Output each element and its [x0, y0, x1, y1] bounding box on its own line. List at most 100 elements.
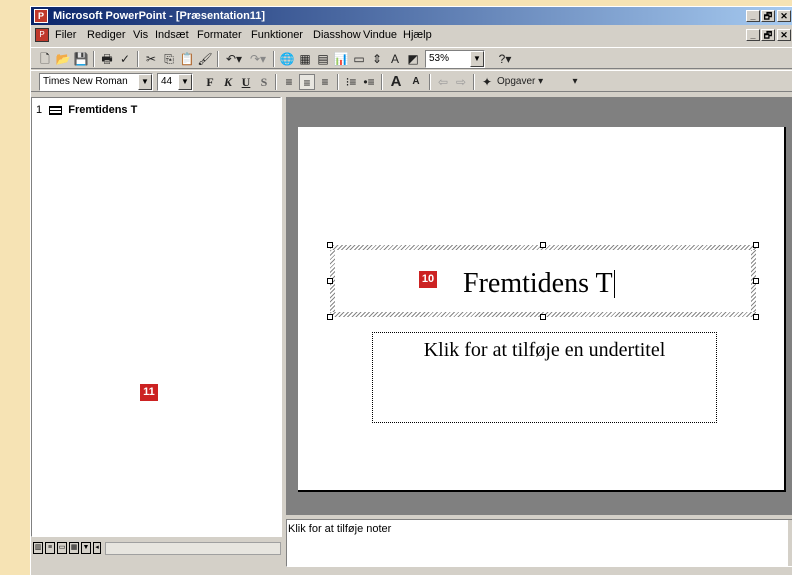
chevron-down-icon[interactable]: ▼	[138, 74, 152, 90]
menu-vis[interactable]: Vis	[133, 26, 148, 44]
resize-handle-t[interactable]	[540, 242, 546, 248]
menu-formater[interactable]: Formater	[197, 26, 242, 44]
minimize-button[interactable]: _	[746, 10, 760, 22]
underline-button[interactable]: U	[239, 74, 253, 90]
chevron-down-icon[interactable]: ▼	[178, 74, 192, 90]
slide-canvas[interactable]: 10 Fremtidens T Klik for at tilføje en u…	[298, 127, 786, 492]
slide-icon	[49, 105, 63, 115]
bold-button[interactable]: F	[203, 74, 217, 90]
new-document-icon[interactable]: 🗋	[37, 51, 53, 67]
font-size-combo[interactable]: 44 ▼	[157, 73, 193, 91]
expand-all-icon[interactable]: ⇕	[369, 51, 385, 67]
align-center-icon[interactable]: ≡	[299, 74, 315, 90]
slide-workspace: 10 Fremtidens T Klik for at tilføje en u…	[286, 97, 792, 515]
title-placeholder-inner: 10 Fremtidens T	[335, 250, 751, 312]
outline-splitter[interactable]	[281, 97, 285, 537]
outline-horizontal-scrollbar[interactable]	[105, 542, 281, 555]
slide-show-view-icon[interactable]: ▼	[81, 542, 91, 554]
powerpoint-icon: P	[34, 9, 48, 23]
align-right-icon[interactable]: ≡	[317, 74, 333, 90]
tables-borders-icon[interactable]: ▦	[297, 51, 313, 67]
subtitle-placeholder[interactable]: Klik for at tilføje en undertitel	[372, 332, 717, 423]
save-icon[interactable]: 💾	[73, 51, 89, 67]
toolbar-separator	[275, 74, 277, 90]
help-symbol: ?	[498, 52, 506, 66]
resize-handle-tr[interactable]	[753, 242, 759, 248]
hyperlink-icon[interactable]: 🌐	[279, 51, 295, 67]
screenshot-root: P Microsoft PowerPoint - [Præsentation11…	[0, 0, 792, 575]
align-left-icon[interactable]: ≡	[281, 74, 297, 90]
grow-font-button[interactable]: A	[387, 74, 405, 90]
insert-chart-icon[interactable]: 📊	[333, 51, 349, 67]
italic-button[interactable]: K	[221, 74, 235, 90]
callout-badge-title: 10	[419, 271, 437, 288]
paste-icon[interactable]: 📋	[179, 51, 195, 67]
zoom-combo[interactable]: 53% ▼	[425, 50, 485, 68]
resize-handle-tl[interactable]	[327, 242, 333, 248]
menu-hjaelp[interactable]: Hjælp	[403, 26, 432, 44]
resize-handle-r[interactable]	[753, 278, 759, 284]
format-painter-icon[interactable]: 🖌	[197, 51, 213, 67]
animation-effects-icon[interactable]: ✦	[479, 74, 495, 90]
tasks-button[interactable]: Opgaver ▾	[497, 74, 567, 90]
toolbar-separator	[93, 51, 95, 67]
title-placeholder[interactable]: 10 Fremtidens T	[330, 245, 756, 317]
menu-funktioner[interactable]: Funktioner	[251, 26, 303, 44]
normal-view-icon[interactable]: ▥	[33, 542, 43, 554]
undo-icon[interactable]: ↶▾	[223, 51, 245, 67]
grayscale-icon[interactable]: ◩	[405, 51, 421, 67]
notes-pane[interactable]: Klik for at tilføje noter	[286, 519, 792, 567]
menu-indsaet[interactable]: Indsæt	[155, 26, 189, 44]
show-formatting-icon[interactable]: A	[387, 51, 403, 67]
doc-minimize-button[interactable]: _	[746, 29, 760, 41]
window-title: Microsoft PowerPoint - [Præsentation11]	[53, 10, 266, 22]
cut-icon[interactable]: ✂	[143, 51, 159, 67]
grow-font-label: A	[390, 73, 402, 90]
resize-handle-br[interactable]	[753, 314, 759, 320]
close-button[interactable]: ✕	[777, 10, 791, 22]
shadow-button[interactable]: S	[257, 74, 271, 90]
resize-handle-b[interactable]	[540, 314, 546, 320]
window-title-bar[interactable]: P Microsoft PowerPoint - [Præsentation11…	[31, 7, 792, 25]
resize-handle-l[interactable]	[327, 278, 333, 284]
menu-bar: P Filer Rediger Vis Indsæt Formater Funk…	[31, 26, 792, 44]
menu-vindue[interactable]: Vindue	[363, 26, 397, 44]
slide-sorter-view-icon[interactable]: ▦	[69, 542, 79, 554]
menu-filer[interactable]: Filer	[55, 26, 76, 44]
notes-scrollbar[interactable]	[788, 520, 792, 566]
standard-toolbar: 🗋 📂 💾 🖶 ✓ ✂ ⎘ 📋 🖌 ↶▾ ↷▾ 🌐 ▦ ▤ 📊 ▭ ⇕ A ◩ …	[31, 47, 792, 69]
maximize-button[interactable]: 🗗	[761, 10, 775, 22]
toolbar-separator	[429, 74, 431, 90]
doc-restore-button[interactable]: 🗗	[761, 29, 775, 41]
promote-icon[interactable]: ⇦	[435, 74, 451, 90]
print-icon[interactable]: 🖶	[99, 51, 115, 67]
shrink-font-button[interactable]: A	[407, 74, 425, 90]
outline-pane[interactable]: 1 Fremtidens T 11	[31, 97, 281, 537]
insert-table-icon[interactable]: ▤	[315, 51, 331, 67]
menu-diasshow[interactable]: Diasshow	[313, 26, 361, 44]
outline-slide-row[interactable]: 1 Fremtidens T	[36, 104, 137, 116]
bullets-icon[interactable]: •≡	[361, 74, 377, 90]
toolbar-options-icon[interactable]: ▾	[571, 74, 579, 90]
resize-handle-bl[interactable]	[327, 314, 333, 320]
document-icon[interactable]: P	[35, 28, 49, 42]
numbering-icon[interactable]: ⁝≡	[343, 74, 359, 90]
outline-view-icon[interactable]: ≡	[45, 542, 55, 554]
doc-close-button[interactable]: ✕	[777, 29, 791, 41]
copy-icon[interactable]: ⎘	[161, 51, 177, 67]
chevron-down-icon[interactable]: ▼	[470, 51, 484, 67]
spellcheck-icon[interactable]: ✓	[117, 51, 133, 67]
open-folder-icon[interactable]: 📂	[55, 51, 71, 67]
menu-rediger[interactable]: Rediger	[87, 26, 126, 44]
redo-icon[interactable]: ↷▾	[247, 51, 269, 67]
slide-view-icon[interactable]: ▭	[57, 542, 67, 554]
font-name-combo[interactable]: Times New Roman ▼	[39, 73, 153, 91]
new-slide-icon[interactable]: ▭	[351, 51, 367, 67]
toolbar-separator	[137, 51, 139, 67]
scroll-left-icon[interactable]: ◂	[93, 542, 101, 554]
help-icon[interactable]: ?▾	[493, 51, 517, 67]
slide-title-text[interactable]: Fremtidens T	[463, 268, 615, 300]
powerpoint-window: P Microsoft PowerPoint - [Præsentation11…	[30, 6, 792, 575]
demote-icon[interactable]: ⇨	[453, 74, 469, 90]
shrink-font-label: A	[412, 76, 420, 87]
